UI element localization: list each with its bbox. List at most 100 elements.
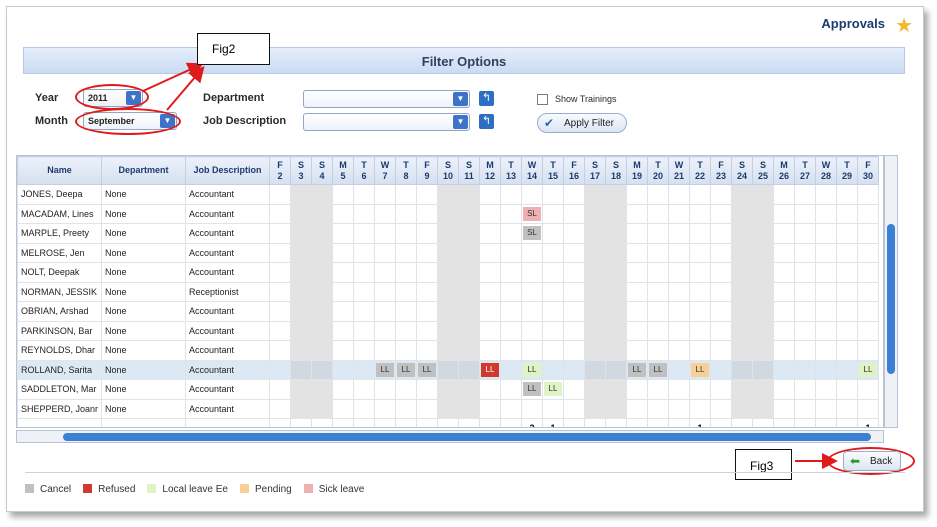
- day-cell[interactable]: [710, 320, 732, 341]
- day-cell[interactable]: [773, 203, 795, 224]
- horizontal-scroll-thumb[interactable]: [63, 433, 871, 441]
- day-cell[interactable]: [332, 340, 354, 361]
- day-cell[interactable]: [479, 320, 501, 341]
- day-cell[interactable]: [836, 262, 858, 283]
- day-cell[interactable]: [353, 320, 375, 341]
- day-cell[interactable]: [437, 320, 459, 341]
- day-cell[interactable]: [269, 320, 291, 341]
- day-cell[interactable]: [269, 398, 291, 419]
- leave-badge[interactable]: LL: [628, 362, 646, 377]
- day-cell[interactable]: [353, 262, 375, 283]
- day-cell[interactable]: [269, 301, 291, 322]
- day-cell[interactable]: [353, 301, 375, 322]
- day-cell[interactable]: [395, 340, 417, 361]
- day-cell[interactable]: [353, 359, 375, 380]
- day-cell[interactable]: [794, 320, 816, 341]
- day-cell[interactable]: [584, 262, 606, 283]
- day-cell[interactable]: [437, 242, 459, 263]
- day-cell[interactable]: [626, 203, 648, 224]
- favorite-star-icon[interactable]: ★: [895, 13, 913, 38]
- employee-row[interactable]: JONES, Deepa None Accountant: [17, 184, 879, 205]
- day-cell[interactable]: [752, 242, 774, 263]
- day-cell[interactable]: [500, 242, 522, 263]
- day-cell[interactable]: [752, 359, 774, 380]
- day-cell[interactable]: [563, 340, 585, 361]
- day-cell[interactable]: [311, 223, 333, 244]
- day-cell[interactable]: [815, 301, 837, 322]
- day-cell[interactable]: [731, 203, 753, 224]
- day-cell[interactable]: [626, 340, 648, 361]
- day-cell[interactable]: [542, 340, 564, 361]
- day-cell[interactable]: [710, 379, 732, 400]
- day-cell[interactable]: [311, 262, 333, 283]
- day-cell[interactable]: [437, 379, 459, 400]
- day-cell[interactable]: [731, 320, 753, 341]
- day-cell[interactable]: [731, 281, 753, 302]
- day-cell[interactable]: [437, 359, 459, 380]
- day-cell[interactable]: [269, 242, 291, 263]
- day-cell[interactable]: [542, 301, 564, 322]
- day-cell[interactable]: [836, 281, 858, 302]
- day-cell[interactable]: [773, 281, 795, 302]
- day-cell[interactable]: [857, 203, 879, 224]
- day-cell[interactable]: [290, 359, 312, 380]
- apply-filter-button[interactable]: ✔ Apply Filter: [537, 113, 627, 133]
- day-cell[interactable]: [374, 320, 396, 341]
- day-cell[interactable]: [710, 281, 732, 302]
- day-cell[interactable]: [311, 359, 333, 380]
- day-cell[interactable]: [584, 184, 606, 205]
- day-cell[interactable]: [479, 184, 501, 205]
- day-cell[interactable]: [374, 242, 396, 263]
- day-cell[interactable]: [290, 281, 312, 302]
- employee-row[interactable]: SADDLETON, Mar None Accountant LL LL: [17, 379, 879, 400]
- leave-badge[interactable]: SL: [523, 206, 541, 221]
- day-cell[interactable]: [311, 184, 333, 205]
- day-cell[interactable]: [584, 301, 606, 322]
- day-cell[interactable]: [395, 281, 417, 302]
- day-cell[interactable]: [311, 281, 333, 302]
- day-cell[interactable]: [374, 223, 396, 244]
- day-cell[interactable]: [626, 184, 648, 205]
- day-cell[interactable]: [353, 184, 375, 205]
- chevron-down-icon[interactable]: ▼: [453, 92, 468, 106]
- day-cell[interactable]: [794, 398, 816, 419]
- day-cell[interactable]: [353, 242, 375, 263]
- day-cell[interactable]: [626, 398, 648, 419]
- employee-row[interactable]: NOLT, Deepak None Accountant: [17, 262, 879, 283]
- day-cell[interactable]: [857, 398, 879, 419]
- day-cell[interactable]: [437, 340, 459, 361]
- day-cell[interactable]: [437, 203, 459, 224]
- day-cell[interactable]: [416, 281, 438, 302]
- day-cell[interactable]: [437, 301, 459, 322]
- vertical-scrollbar[interactable]: [884, 155, 898, 428]
- day-cell[interactable]: [479, 301, 501, 322]
- day-cell[interactable]: [584, 340, 606, 361]
- leave-badge[interactable]: LL: [691, 362, 709, 377]
- day-cell[interactable]: [710, 262, 732, 283]
- day-cell[interactable]: [542, 281, 564, 302]
- day-cell[interactable]: [542, 359, 564, 380]
- day-cell[interactable]: [563, 223, 585, 244]
- day-cell[interactable]: [689, 320, 711, 341]
- employee-row[interactable]: PARKINSON, Bar None Accountant: [17, 320, 879, 341]
- day-cell[interactable]: [710, 184, 732, 205]
- day-cell[interactable]: [647, 301, 669, 322]
- day-cell[interactable]: [479, 262, 501, 283]
- day-cell[interactable]: [752, 184, 774, 205]
- day-cell[interactable]: [668, 340, 690, 361]
- day-cell[interactable]: [836, 320, 858, 341]
- day-cell[interactable]: [311, 301, 333, 322]
- day-cell[interactable]: [332, 203, 354, 224]
- day-cell[interactable]: [500, 203, 522, 224]
- day-cell[interactable]: [752, 281, 774, 302]
- leave-badge[interactable]: LL: [859, 362, 877, 377]
- day-cell[interactable]: [521, 242, 543, 263]
- day-cell[interactable]: [710, 242, 732, 263]
- day-cell[interactable]: [689, 184, 711, 205]
- leave-badge[interactable]: LL: [418, 362, 436, 377]
- day-cell[interactable]: [290, 398, 312, 419]
- day-cell[interactable]: [668, 281, 690, 302]
- day-cell[interactable]: [836, 398, 858, 419]
- day-cell[interactable]: [605, 359, 627, 380]
- day-cell[interactable]: [605, 340, 627, 361]
